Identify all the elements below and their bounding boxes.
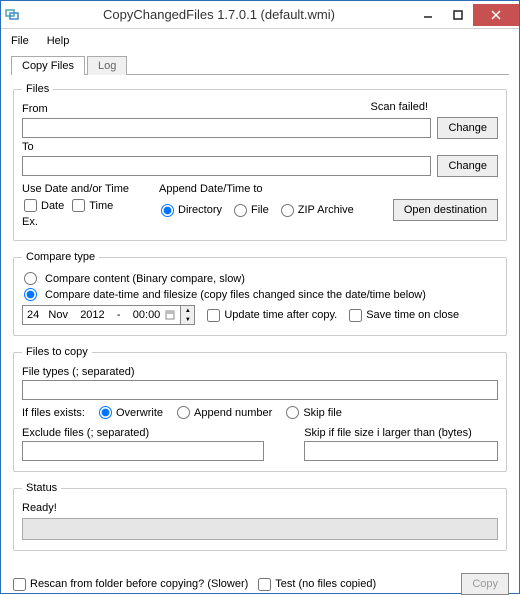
maximize-button[interactable] bbox=[443, 4, 473, 26]
skip-size-label: Skip if file size i larger than (bytes) bbox=[304, 427, 498, 439]
scan-failed-label: Scan failed! bbox=[371, 101, 498, 115]
exclude-files-input[interactable] bbox=[22, 441, 264, 461]
zip-radio[interactable] bbox=[281, 204, 294, 217]
use-datetime-label: Use Date and/or Time bbox=[22, 183, 129, 195]
files-legend: Files bbox=[22, 83, 53, 95]
from-label: From bbox=[22, 103, 371, 115]
menu-file[interactable]: File bbox=[11, 35, 29, 47]
tab-strip: Copy Files Log bbox=[11, 55, 509, 75]
close-button[interactable] bbox=[473, 4, 519, 26]
copy-button[interactable]: Copy bbox=[461, 573, 509, 595]
menu-bar: File Help bbox=[1, 29, 519, 53]
compare-datetime-radio[interactable] bbox=[24, 288, 37, 301]
update-time-label: Update time after copy. bbox=[224, 309, 337, 321]
time-checkbox[interactable] bbox=[72, 199, 85, 212]
open-destination-button[interactable]: Open destination bbox=[393, 199, 498, 221]
compare-group: Compare type Compare content (Binary com… bbox=[13, 251, 507, 336]
from-input[interactable] bbox=[22, 118, 431, 138]
date-picker[interactable]: 24 Nov 2012 - 00:00 bbox=[22, 305, 181, 325]
rescan-checkbox[interactable] bbox=[13, 578, 26, 591]
file-types-input[interactable] bbox=[22, 380, 498, 400]
overwrite-label: Overwrite bbox=[116, 407, 163, 419]
compare-datetime-label: Compare date-time and filesize (copy fil… bbox=[45, 289, 426, 301]
tab-copy-files[interactable]: Copy Files bbox=[11, 56, 85, 75]
title-bar: CopyChangedFiles 1.7.0.1 (default.wmi) bbox=[1, 1, 519, 29]
directory-radio[interactable] bbox=[161, 204, 174, 217]
append-number-label: Append number bbox=[194, 407, 272, 419]
menu-help[interactable]: Help bbox=[47, 35, 70, 47]
status-ready: Ready! bbox=[22, 502, 498, 514]
exclude-files-label: Exclude files (; separated) bbox=[22, 427, 264, 439]
skip-size-input[interactable] bbox=[304, 441, 498, 461]
files-to-copy-legend: Files to copy bbox=[22, 346, 92, 358]
minimize-button[interactable] bbox=[413, 4, 443, 26]
files-to-copy-group: Files to copy File types (; separated) I… bbox=[13, 346, 507, 472]
date-checkbox-label: Date bbox=[41, 200, 64, 212]
files-group: Files From Scan failed! Change To Change… bbox=[13, 83, 507, 241]
overwrite-radio[interactable] bbox=[99, 406, 112, 419]
zip-radio-label: ZIP Archive bbox=[298, 204, 354, 216]
skip-file-radio[interactable] bbox=[286, 406, 299, 419]
update-time-checkbox[interactable] bbox=[207, 309, 220, 322]
date-spinner[interactable]: ▲ ▼ bbox=[181, 305, 195, 325]
progress-bar bbox=[22, 518, 498, 540]
append-label: Append Date/Time to bbox=[159, 183, 498, 195]
save-time-checkbox[interactable] bbox=[349, 309, 362, 322]
directory-radio-label: Directory bbox=[178, 204, 222, 216]
from-change-button[interactable]: Change bbox=[437, 117, 498, 139]
file-types-label: File types (; separated) bbox=[22, 366, 498, 378]
spin-down-icon[interactable]: ▼ bbox=[181, 315, 194, 324]
tab-log[interactable]: Log bbox=[87, 56, 127, 75]
app-icon bbox=[1, 7, 25, 23]
compare-content-label: Compare content (Binary compare, slow) bbox=[45, 273, 245, 285]
to-label: To bbox=[22, 141, 498, 153]
app-window: CopyChangedFiles 1.7.0.1 (default.wmi) F… bbox=[0, 0, 520, 594]
compare-content-radio[interactable] bbox=[24, 272, 37, 285]
ex-label: Ex. bbox=[22, 216, 129, 228]
date-value: 24 Nov 2012 - 00:00 bbox=[27, 309, 160, 321]
test-label: Test (no files copied) bbox=[275, 578, 376, 590]
test-checkbox[interactable] bbox=[258, 578, 271, 591]
to-change-button[interactable]: Change bbox=[437, 155, 498, 177]
date-checkbox[interactable] bbox=[24, 199, 37, 212]
window-title: CopyChangedFiles 1.7.0.1 (default.wmi) bbox=[25, 7, 413, 22]
spin-up-icon[interactable]: ▲ bbox=[181, 306, 194, 315]
status-legend: Status bbox=[22, 482, 61, 494]
time-checkbox-label: Time bbox=[89, 200, 113, 212]
compare-legend: Compare type bbox=[22, 251, 99, 263]
file-radio-label: File bbox=[251, 204, 269, 216]
to-input[interactable] bbox=[22, 156, 431, 176]
skip-file-label: Skip file bbox=[303, 407, 342, 419]
save-time-label: Save time on close bbox=[366, 309, 459, 321]
file-radio[interactable] bbox=[234, 204, 247, 217]
append-number-radio[interactable] bbox=[177, 406, 190, 419]
if-exists-label: If files exists: bbox=[22, 407, 85, 419]
rescan-label: Rescan from folder before copying? (Slow… bbox=[30, 578, 248, 590]
date-dropdown-icon[interactable] bbox=[164, 307, 176, 323]
status-group: Status Ready! bbox=[13, 482, 507, 551]
